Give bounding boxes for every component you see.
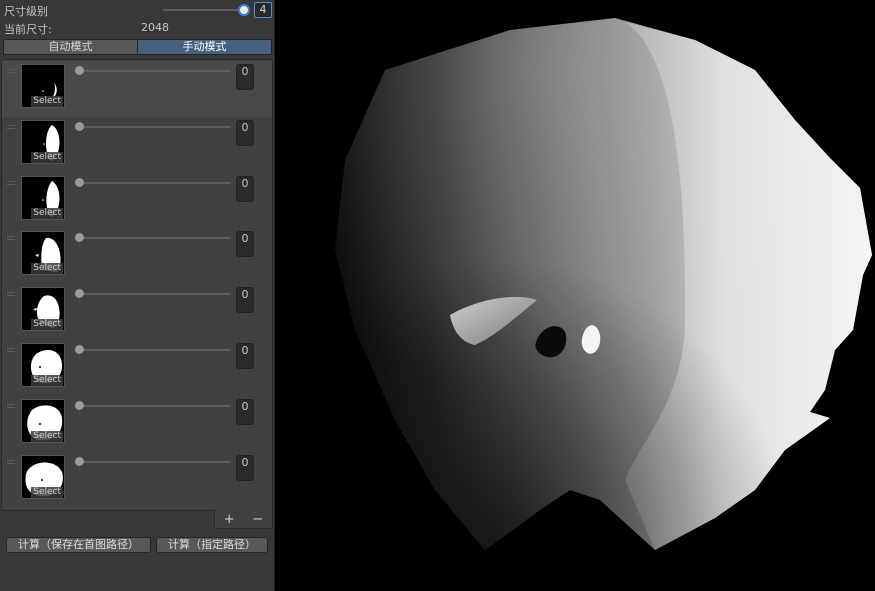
thumbnail-select-label[interactable]: Select bbox=[31, 319, 63, 331]
list-item[interactable]: Select 0 bbox=[2, 173, 272, 229]
mask-thumbnail[interactable]: Select bbox=[21, 454, 65, 499]
mask-thumbnail[interactable]: Select bbox=[21, 64, 65, 108]
current-size-value: 2048 bbox=[141, 21, 169, 34]
weight-value-field[interactable]: 0 bbox=[236, 398, 254, 425]
mask-thumbnail[interactable]: Select bbox=[21, 231, 65, 276]
drag-handle-icon[interactable] bbox=[7, 236, 15, 241]
weight-slider-knob[interactable] bbox=[75, 289, 84, 299]
thumbnail-select-label[interactable]: Select bbox=[31, 151, 63, 163]
size-level-slider[interactable] bbox=[163, 9, 246, 11]
drag-handle-icon[interactable] bbox=[7, 459, 15, 464]
drag-handle-icon[interactable] bbox=[7, 180, 15, 185]
thumbnail-select-label[interactable]: Select bbox=[31, 430, 63, 442]
mask-thumbnail[interactable]: Select bbox=[21, 343, 65, 387]
remove-item-button[interactable]: − bbox=[249, 512, 267, 527]
weight-value-field[interactable]: 0 bbox=[236, 287, 254, 314]
list-item[interactable]: Select 0 bbox=[2, 284, 272, 340]
inspector-panel: 尺寸级别 4 当前尺寸: 2048 自动模式 手动模式 Select 0 Selec… bbox=[0, 0, 275, 591]
tab-manual-mode[interactable]: 手动模式 bbox=[138, 40, 271, 54]
weight-slider[interactable] bbox=[79, 70, 231, 72]
mask-thumbnail[interactable]: Select bbox=[21, 175, 65, 220]
thumbnail-select-label[interactable]: Select bbox=[31, 486, 63, 498]
compute-path-button[interactable]: 计算（指定路径） bbox=[156, 537, 268, 553]
weight-slider-knob[interactable] bbox=[75, 121, 84, 131]
compute-save-button[interactable]: 计算（保存在首图路径） bbox=[6, 537, 151, 553]
mask-thumbnail[interactable]: Select bbox=[21, 287, 65, 332]
list-item[interactable]: Select 0 bbox=[2, 396, 272, 452]
size-level-slider-knob[interactable] bbox=[237, 4, 250, 16]
list-item[interactable]: Select 0 bbox=[2, 117, 272, 173]
weight-slider[interactable] bbox=[79, 181, 231, 184]
drag-handle-icon[interactable] bbox=[7, 124, 15, 129]
weight-value-field[interactable]: 0 bbox=[236, 454, 254, 481]
weight-value-field[interactable]: 0 bbox=[236, 175, 254, 202]
weight-slider[interactable] bbox=[79, 404, 231, 407]
drag-handle-icon[interactable] bbox=[7, 348, 15, 352]
weight-slider-knob[interactable] bbox=[75, 456, 84, 466]
weight-value-field[interactable]: 0 bbox=[236, 119, 254, 146]
weight-value-field[interactable]: 0 bbox=[236, 343, 254, 369]
weight-value-field[interactable]: 0 bbox=[236, 231, 254, 258]
weight-slider[interactable] bbox=[79, 349, 231, 351]
preview-viewport[interactable] bbox=[275, 0, 875, 591]
current-size-label: 当前尺寸: bbox=[4, 23, 52, 36]
weight-slider-knob[interactable] bbox=[75, 233, 84, 243]
weight-slider[interactable] bbox=[79, 293, 231, 296]
weight-slider-knob[interactable] bbox=[75, 400, 84, 410]
weight-slider[interactable] bbox=[79, 125, 231, 128]
tab-auto-mode[interactable]: 自动模式 bbox=[4, 40, 138, 54]
weight-slider-knob[interactable] bbox=[75, 66, 84, 75]
list-item[interactable]: Select 0 bbox=[2, 228, 272, 284]
add-item-button[interactable]: + bbox=[220, 512, 238, 527]
size-level-label: 尺寸级别 bbox=[4, 5, 48, 18]
mask-thumbnail[interactable]: Select bbox=[21, 119, 65, 164]
list-item[interactable]: Select 0 bbox=[2, 340, 272, 396]
weight-slider[interactable] bbox=[79, 460, 231, 463]
list-footer: + − bbox=[214, 510, 273, 529]
thumbnail-select-label[interactable]: Select bbox=[31, 96, 63, 107]
preview-render bbox=[335, 18, 872, 550]
size-level-field[interactable]: 4 bbox=[254, 2, 272, 18]
mask-list: Select 0 Select 0 Select 0 Select 0 Select 0 Selec… bbox=[1, 59, 273, 511]
list-item[interactable]: Select 0 bbox=[2, 452, 272, 508]
list-item[interactable]: Select 0 bbox=[2, 61, 272, 117]
weight-slider-knob[interactable] bbox=[75, 177, 84, 187]
drag-handle-icon[interactable] bbox=[7, 69, 15, 73]
mask-thumbnail[interactable]: Select bbox=[21, 398, 65, 443]
drag-handle-icon[interactable] bbox=[7, 292, 15, 297]
thumbnail-select-label[interactable]: Select bbox=[31, 263, 63, 275]
thumbnail-select-label[interactable]: Select bbox=[31, 375, 63, 386]
weight-slider[interactable] bbox=[79, 237, 231, 240]
mode-toggle: 自动模式 手动模式 bbox=[3, 39, 272, 55]
drag-handle-icon[interactable] bbox=[7, 403, 15, 408]
thumbnail-select-label[interactable]: Select bbox=[31, 207, 63, 219]
weight-slider-knob[interactable] bbox=[75, 345, 84, 354]
weight-value-field[interactable]: 0 bbox=[236, 64, 254, 90]
